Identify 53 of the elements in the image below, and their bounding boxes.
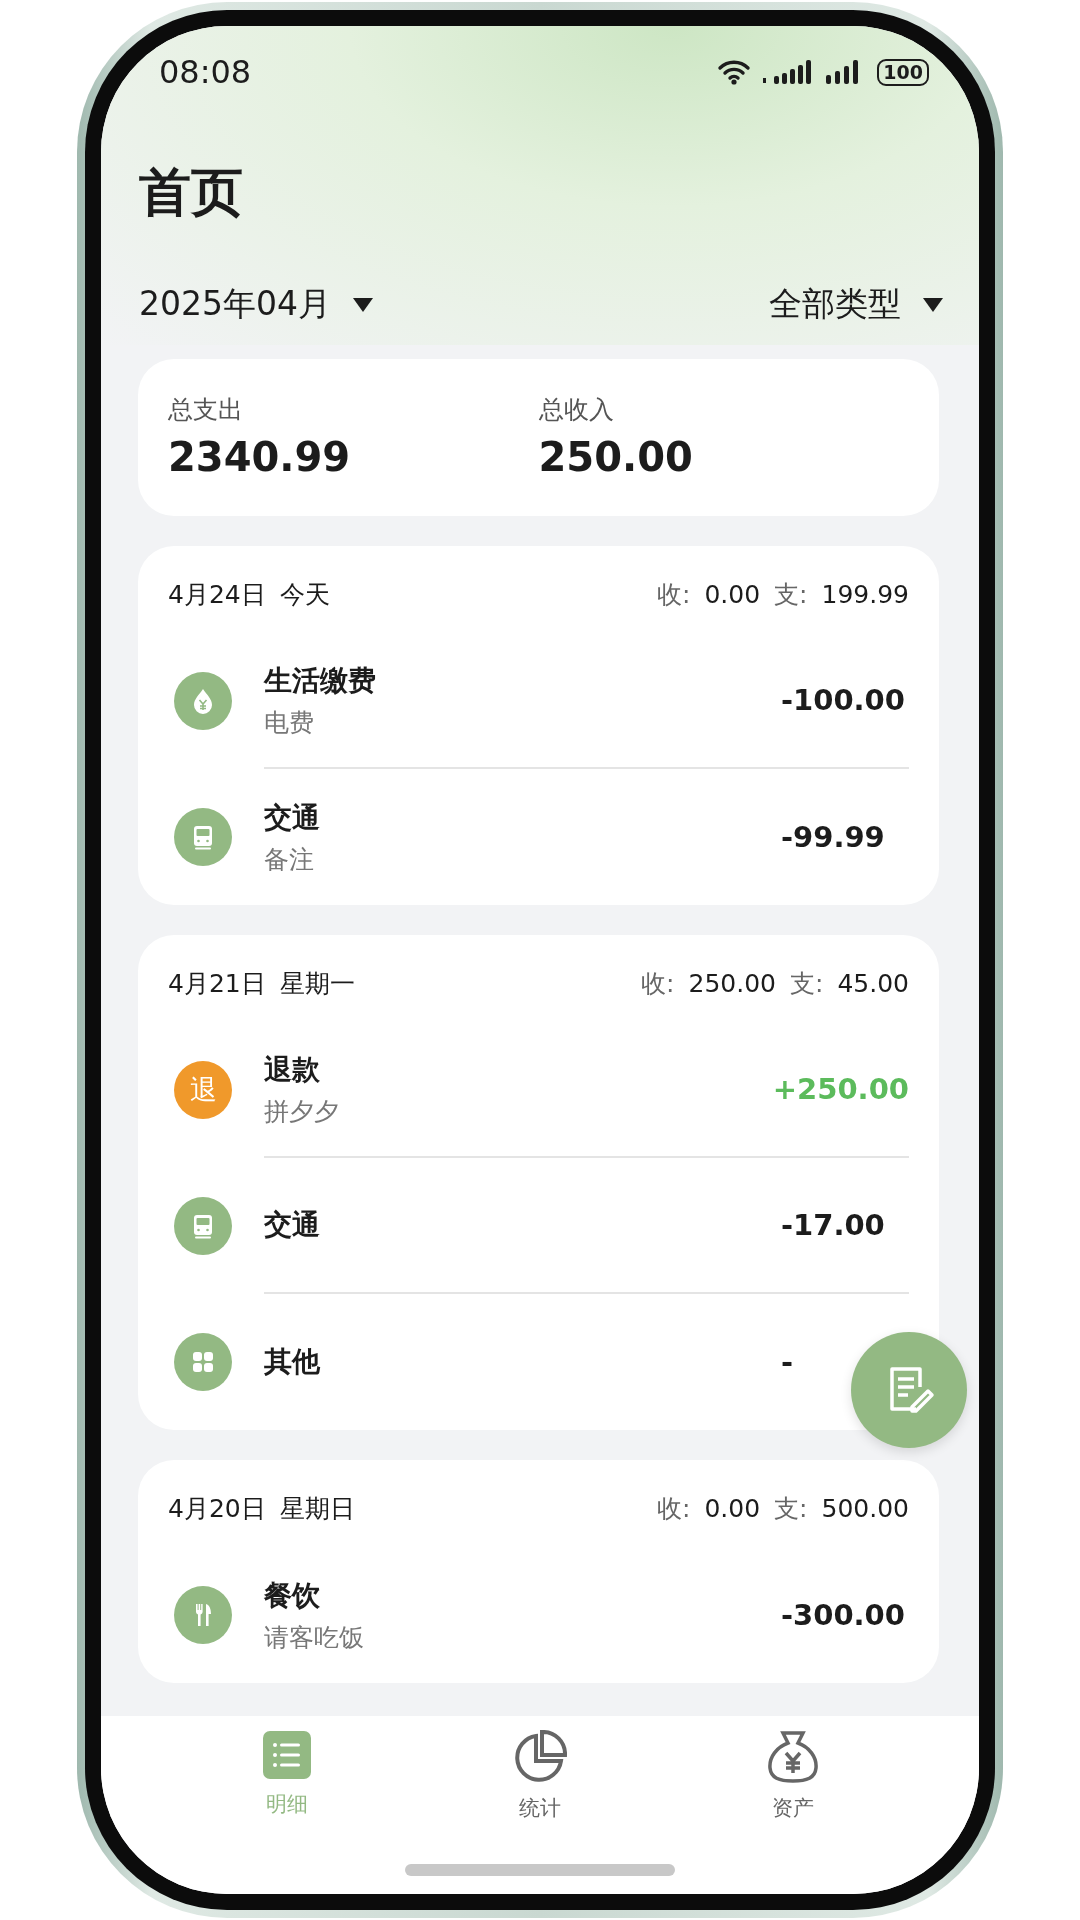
entry-amount: -	[781, 1345, 795, 1379]
category-badge: 退	[174, 1061, 232, 1119]
entry-amount: -17.00	[781, 1208, 886, 1242]
entry-amount: +250.00	[772, 1072, 909, 1106]
entry-amount: -300.00	[781, 1598, 906, 1632]
income-label: 收:	[641, 968, 675, 1000]
signal-icon	[763, 58, 814, 86]
day-expense: 199.99	[821, 580, 909, 609]
wifi-icon	[717, 59, 752, 85]
category-name: 生活缴费	[264, 662, 377, 699]
day-expense: 500.00	[821, 1494, 909, 1523]
nav-tab[interactable]: 资产	[666, 1716, 919, 1894]
day-income: 250.00	[688, 969, 776, 998]
entry-note: 备注	[264, 843, 315, 876]
list-icon	[262, 1730, 313, 1780]
pie-chart-icon	[513, 1730, 567, 1784]
income-label: 收:	[656, 1493, 691, 1525]
day-income: 0.00	[704, 580, 761, 609]
expense-label: 支:	[774, 1493, 808, 1525]
category-name: 交通	[264, 799, 321, 836]
income-label: 总收入	[538, 394, 615, 426]
day-income: 0.00	[704, 1494, 761, 1523]
category-name: 其他	[264, 1344, 321, 1380]
page-title: 首页	[138, 161, 244, 224]
status-time: 08:08	[159, 53, 252, 91]
category-name: 交通	[264, 1207, 321, 1243]
day-weekday: 星期日	[279, 1493, 355, 1525]
day-expense: 45.00	[837, 969, 909, 998]
nav-tab[interactable]: 统计	[413, 1716, 667, 1894]
entry-amount: -99.99	[781, 820, 886, 854]
category-dropdown[interactable]: 全部类型	[769, 282, 943, 327]
expense-label: 支:	[790, 968, 824, 1000]
entry-note: 请客吃饭	[264, 1621, 365, 1654]
category-name: 餐饮	[264, 1577, 321, 1614]
day-date: 4月20日	[168, 1493, 266, 1525]
expense-label: 总支出	[168, 394, 244, 426]
month-dropdown[interactable]: 2025年04月	[139, 282, 373, 327]
expense-label: 支:	[774, 579, 808, 611]
entry-note: 拼夕夕	[264, 1095, 340, 1128]
category-name: 退款	[264, 1051, 321, 1088]
income-label: 收:	[656, 579, 691, 611]
caret-icon	[353, 297, 373, 312]
day-weekday: 今天	[279, 579, 330, 611]
income-total: 250.00	[538, 434, 694, 480]
day-date: 4月24日	[168, 579, 266, 611]
caret-icon	[923, 297, 943, 312]
entry-note: 电费	[264, 706, 315, 739]
day-weekday: 星期一	[279, 968, 355, 1000]
entry-amount: -100.00	[781, 683, 906, 717]
expense-total: 2340.99	[168, 434, 352, 480]
battery-indicator: 100	[877, 58, 929, 86]
day-date: 4月21日	[168, 968, 266, 1000]
money-bag-icon	[766, 1730, 819, 1784]
